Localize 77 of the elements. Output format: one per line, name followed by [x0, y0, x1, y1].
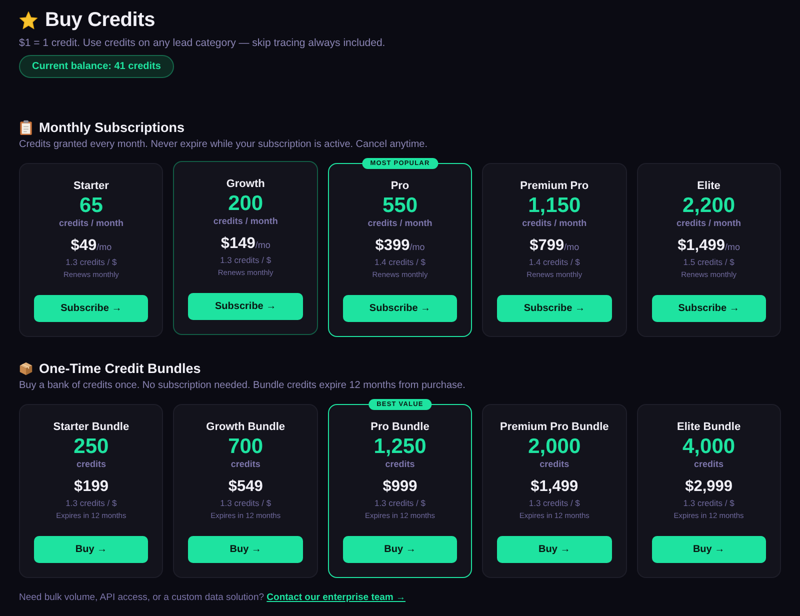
credits-amount: 1,150	[528, 195, 581, 217]
credits-unit: credits / month	[58, 218, 124, 228]
plan-name: Starter Bundle	[53, 421, 130, 433]
package-icon	[19, 360, 33, 376]
credit-rate: 1.3 credits / $	[220, 498, 272, 508]
enterprise-link[interactable]: Contact our enterprise team →	[266, 592, 406, 603]
price-amount: $49	[70, 237, 97, 255]
price-unit: /mo	[255, 240, 270, 250]
credits-amount: 250	[74, 436, 109, 458]
plan-name: Premium Pro Bundle	[500, 421, 609, 433]
plan-name: Growth Bundle	[206, 421, 285, 433]
plan-name: Growth	[226, 178, 265, 190]
credit-rate: 1.3 credits / $	[66, 257, 117, 267]
price-amount: $199	[74, 478, 108, 496]
credits-amount: 2,000	[528, 436, 581, 458]
credits-unit: credits / month	[522, 218, 587, 228]
plan-name: Elite	[697, 180, 720, 192]
credit-rate: 1.3 credits / $	[66, 498, 117, 508]
credits-unit: credits	[540, 459, 570, 469]
purchase-button[interactable]: Buy →	[342, 536, 458, 563]
price-amount: $999	[382, 478, 418, 496]
plan-name: Pro Bundle	[370, 421, 430, 433]
credits-unit: credits	[694, 459, 724, 469]
credits-unit: credits / month	[676, 218, 742, 228]
purchase-button[interactable]: Subscribe →	[497, 295, 612, 322]
plan-name: Pro	[390, 180, 410, 192]
purchase-button[interactable]: Buy →	[497, 536, 612, 563]
credit-rate: 1.3 credits / $	[374, 498, 426, 508]
star-icon	[19, 10, 38, 30]
purchase-button[interactable]: Subscribe →	[652, 295, 766, 322]
price-amount: $549	[228, 478, 263, 496]
price-unit: /mo	[564, 242, 580, 252]
price-amount: $1,499	[678, 237, 725, 255]
purchase-button[interactable]: Buy →	[34, 536, 148, 563]
page-title: Buy Credits	[45, 8, 156, 32]
purchase-button[interactable]: Buy →	[188, 536, 303, 563]
purchase-button[interactable]: Subscribe →	[188, 293, 303, 320]
credits-unit: credits	[385, 459, 415, 469]
plan-name: Premium Pro	[520, 180, 589, 192]
price-unit: /mo	[410, 242, 425, 252]
section-description: Credits granted every month. Never expire while your subscription is active. Cancel anytime.	[19, 139, 429, 150]
section-description: Buy a bank of credits once. No subscription needed. Bundle credits expire 12 months from purchase.	[19, 380, 466, 391]
price-unit: /mo	[724, 242, 740, 252]
credit-rate: 1.4 credits / $	[528, 257, 580, 267]
purchase-button[interactable]: Subscribe →	[34, 295, 148, 322]
purchase-button[interactable]: Subscribe →	[342, 295, 458, 322]
credit-rate: 1.3 credits / $	[220, 255, 272, 265]
credits-unit: credits	[230, 459, 260, 469]
plan-name: Elite Bundle	[677, 421, 741, 433]
section-title: One-Time Credit Bundles	[39, 360, 201, 376]
section-title: Monthly Subscriptions	[39, 120, 185, 134]
price-amount: $149	[220, 235, 256, 253]
balance-badge: Current balance: 41 credits	[19, 55, 174, 78]
credit-rate: 1.3 credits / $	[683, 498, 734, 508]
credits-amount: 550	[382, 195, 418, 217]
credits-amount: 1,250	[374, 436, 426, 458]
clipboard-icon	[19, 120, 33, 134]
credit-rate: 1.5 credits / $	[683, 257, 734, 267]
credits-amount: 200	[228, 193, 264, 215]
credits-amount: 2,200	[682, 195, 736, 217]
credits-amount: 65	[80, 195, 103, 217]
price-amount: $2,999	[685, 478, 732, 496]
credits-unit: credits / month	[368, 218, 432, 228]
purchase-button[interactable]: Buy →	[652, 536, 766, 563]
credits-amount: 4,000	[682, 436, 736, 458]
page-subtitle: $1 = 1 credit. Use credits on any lead category — skip tracing always included.	[19, 37, 386, 49]
credits-unit: credits	[76, 459, 106, 469]
credits-amount: 700	[228, 436, 264, 458]
price-unit: /mo	[96, 242, 112, 252]
price-amount: $1,499	[530, 478, 578, 496]
price-amount: $799	[530, 237, 564, 255]
credit-rate: 1.4 credits / $	[374, 257, 426, 267]
price-amount: $399	[375, 237, 410, 255]
credit-rate: 1.3 credits / $	[528, 498, 580, 508]
plan-name: Starter	[73, 180, 109, 192]
credits-unit: credits / month	[213, 216, 278, 226]
footer-text: Need bulk volume, API access, or a custom data solution? Contact our enterprise team →	[19, 592, 407, 603]
